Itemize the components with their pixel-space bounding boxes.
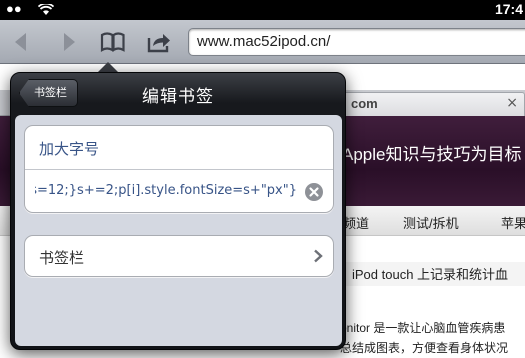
menu-item-teardown[interactable]: 测试/拆机 [403,213,459,232]
bookmark-fields-group: 加大字号 javascript:(function(){var s=12;}s+… [24,125,334,213]
bookmark-url-text: javascript:(function(){var s=12;}s+=2;p[… [35,183,297,198]
folder-selector-row[interactable]: 书签栏 [24,235,334,277]
bookmark-title-field[interactable]: 加大字号 [39,138,99,159]
back-arrow-icon[interactable] [8,29,34,55]
menu-item-apple[interactable]: 苹果 [501,213,525,232]
browser-toolbar: www.mac52ipod.cn/ [0,20,525,64]
tab-close-icon[interactable]: × [506,95,518,111]
bookmark-url-field[interactable]: javascript:(function(){var s=12;}s+=2;p[… [35,183,297,198]
article-headline[interactable]: iPod touch 上记录和统计血 [340,262,525,286]
tab-title: com [351,96,378,111]
chevron-right-icon [314,249,323,263]
address-bar[interactable]: www.mac52ipod.cn/ [188,28,525,56]
article-text-line: onitor 是一款让心脑血管疾病患 [340,321,506,335]
site-slogan: Apple知识与技巧为目标 [342,145,522,164]
signal-strength: ●● [6,1,22,16]
popover-content: 加大字号 javascript:(function(){var s=12;}s+… [15,115,342,346]
bookmark-title-row[interactable]: 加大字号 [25,126,333,170]
menu-item-channel[interactable]: 频道 [343,213,369,232]
forward-arrow-icon[interactable] [56,29,82,55]
address-text: www.mac52ipod.cn/ [197,33,331,50]
folder-label: 书签栏 [39,249,85,267]
clear-icon[interactable] [305,183,323,201]
share-icon[interactable] [146,29,172,55]
bookmark-url-row[interactable]: javascript:(function(){var s=12;}s+=2;p[… [25,170,333,213]
popover-title: 编辑书签 [142,87,214,107]
status-time: 17:4 [494,1,523,17]
edit-bookmark-popover: 书签栏 编辑书签 加大字号 javascript:(function(){var… [10,72,346,350]
status-bar: ●● 17:4 [0,0,525,20]
book-icon[interactable] [100,29,126,55]
article-text-line: 总结成图表，方便查看身体状况 [340,341,509,355]
wifi-icon [38,4,54,15]
